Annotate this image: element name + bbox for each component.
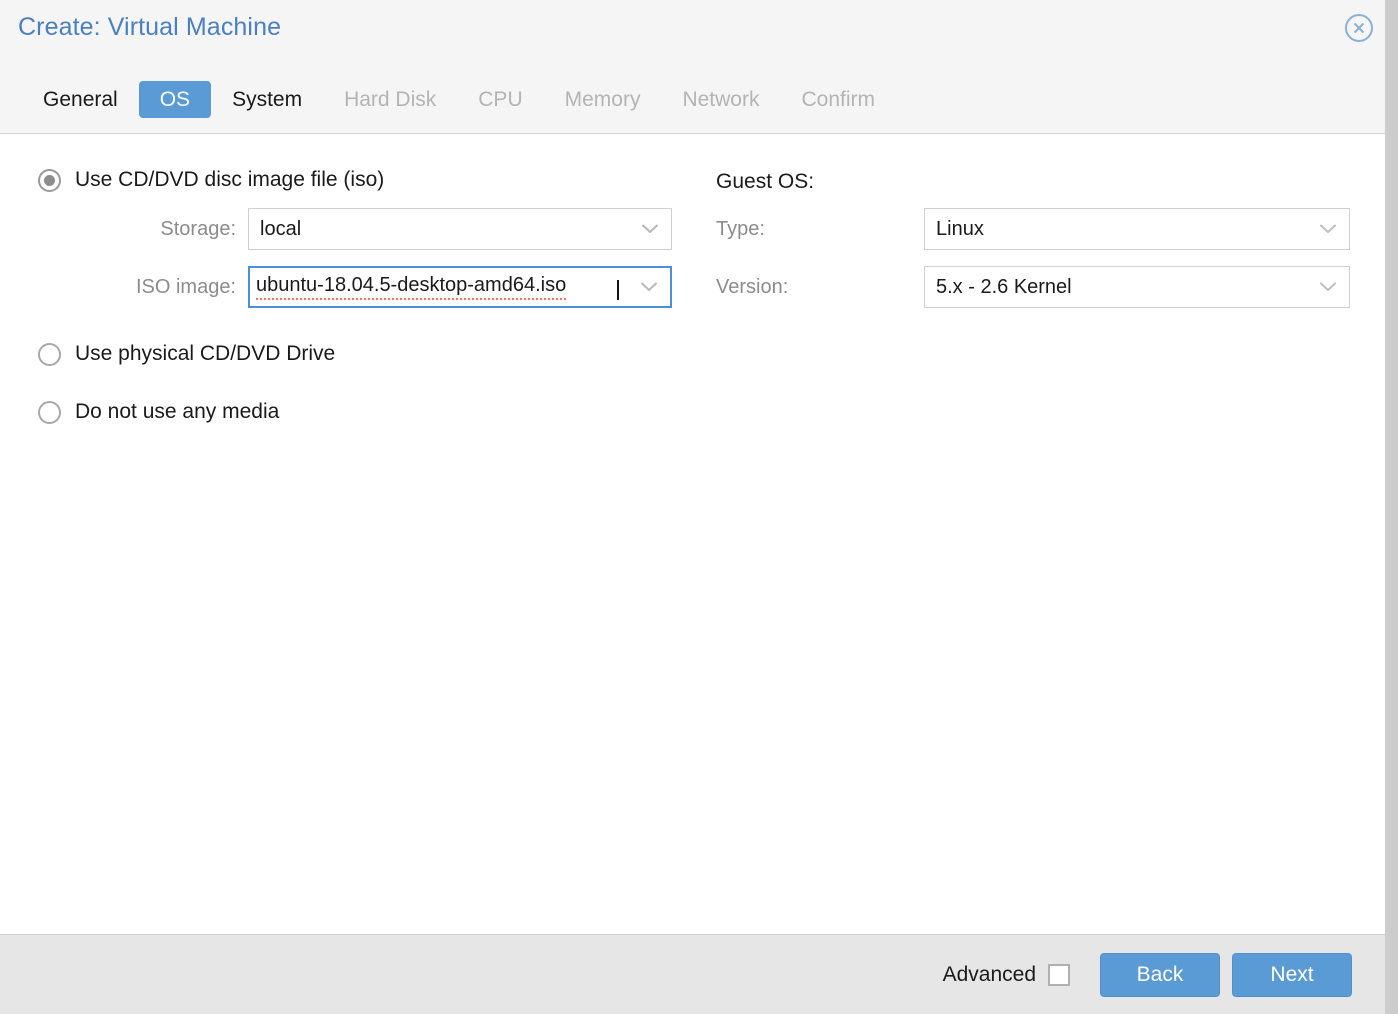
back-button[interactable]: Back: [1100, 952, 1220, 997]
storage-field-row: Storage: local: [0, 208, 672, 250]
wizard-tabbar: General OS System Hard Disk CPU Memory N…: [0, 78, 896, 120]
radio-use-physical-drive[interactable]: Use physical CD/DVD Drive: [38, 342, 335, 366]
chevron-down-icon: [1320, 209, 1336, 249]
tab-general[interactable]: General: [22, 81, 139, 118]
tab-network: Network: [682, 87, 760, 111]
advanced-toggle-group[interactable]: Advanced: [943, 963, 1070, 987]
storage-value: local: [260, 217, 302, 240]
tab-system[interactable]: System: [211, 81, 323, 118]
tab-memory: Memory: [564, 87, 641, 111]
radio-indicator-unselected: [38, 342, 61, 366]
radio-no-media[interactable]: Do not use any media: [38, 400, 279, 424]
radio-label-use-physical-drive: Use physical CD/DVD Drive: [75, 342, 336, 365]
text-caret: [617, 280, 619, 300]
storage-select[interactable]: local: [248, 208, 672, 250]
chevron-down-icon[interactable]: [641, 268, 657, 306]
iso-image-field-row: ISO image: ubuntu-18.04.5-desktop-amd64.…: [0, 266, 672, 308]
iso-image-value-wrap: ubuntu-18.04.5-desktop-amd64.iso: [250, 274, 625, 300]
os-type-value: Linux: [936, 217, 984, 240]
tab-os[interactable]: OS: [138, 80, 212, 118]
os-type-label: Type:: [716, 217, 765, 240]
os-type-select[interactable]: Linux: [924, 208, 1350, 250]
advanced-checkbox[interactable]: [1048, 963, 1070, 986]
os-version-value: 5.x - 2.6 Kernel: [936, 275, 1072, 298]
dialog-body: Use CD/DVD disc image file (iso) Storage…: [0, 134, 1398, 934]
tab-confirm: Confirm: [801, 87, 875, 111]
iso-image-value-clip: ubuntu-18.04.5-desktop-amd64.iso: [256, 274, 624, 300]
dialog-title: Create: Virtual Machine: [18, 13, 282, 41]
radio-label-use-iso-file: Use CD/DVD disc image file (iso): [75, 168, 385, 191]
dialog-header: Create: Virtual Machine General OS Syste…: [0, 0, 1398, 134]
radio-indicator-selected: [38, 168, 61, 192]
next-button[interactable]: Next: [1232, 952, 1352, 997]
dialog-footer: Advanced Back Next: [0, 934, 1398, 1014]
os-type-field-row: Type: Linux: [700, 208, 1350, 250]
iso-image-label: ISO image:: [135, 275, 236, 298]
os-version-label: Version:: [716, 275, 789, 298]
close-icon[interactable]: [1344, 13, 1374, 43]
os-version-select[interactable]: 5.x - 2.6 Kernel: [924, 266, 1350, 308]
create-virtual-machine-dialog: Create: Virtual Machine General OS Syste…: [0, 0, 1398, 1014]
radio-indicator-unselected: [38, 400, 61, 424]
iso-image-value: ubuntu-18.04.5-desktop-amd64.iso: [256, 274, 567, 300]
radio-use-iso-file[interactable]: Use CD/DVD disc image file (iso): [38, 168, 384, 192]
storage-label: Storage:: [160, 217, 236, 240]
tab-hard-disk: Hard Disk: [344, 87, 437, 111]
tab-cpu: CPU: [478, 87, 523, 111]
os-version-field-row: Version: 5.x - 2.6 Kernel: [700, 266, 1350, 308]
chevron-down-icon: [642, 209, 658, 249]
advanced-label: Advanced: [942, 962, 1036, 986]
radio-label-no-media: Do not use any media: [75, 400, 280, 423]
iso-image-combo-input[interactable]: ubuntu-18.04.5-desktop-amd64.iso: [248, 266, 672, 308]
window-edge-strip: [1385, 0, 1398, 1014]
chevron-down-icon: [1320, 267, 1336, 307]
guest-os-heading: Guest OS:: [716, 170, 815, 193]
